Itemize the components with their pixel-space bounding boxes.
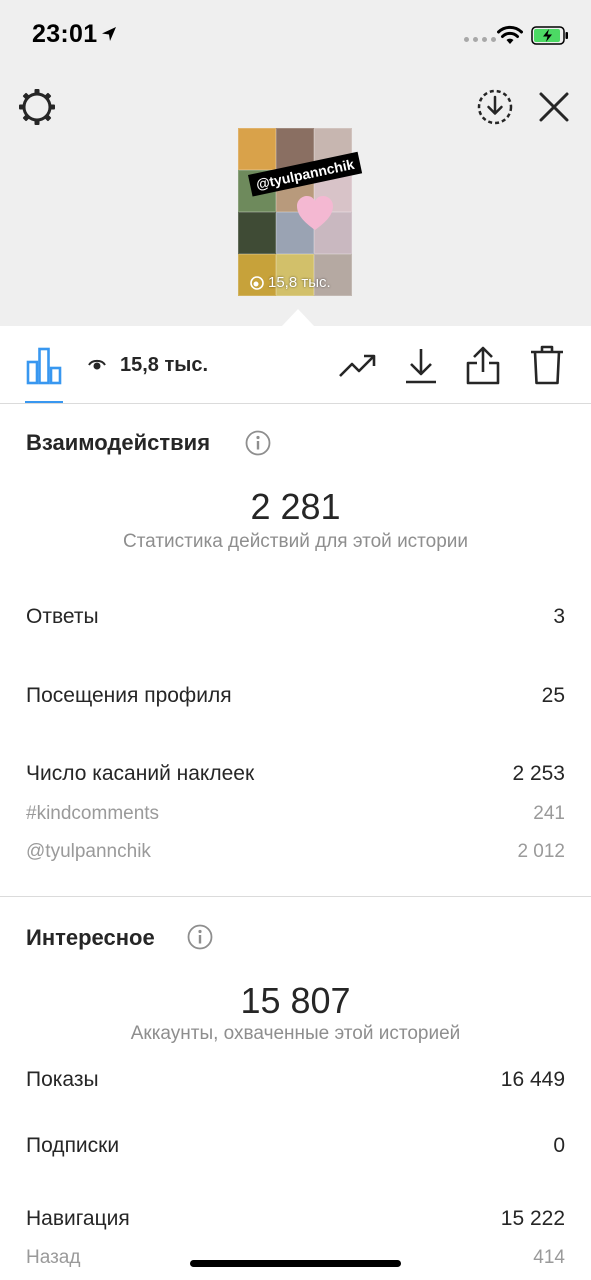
story-views-count: 15,8 тыс. [268,274,331,291]
info-icon[interactable] [187,924,213,950]
interactions-caption: Статистика действий для этой истории [122,531,469,552]
battery-charging-icon [531,26,568,45]
stat-subrow: #kindcomments 241 [26,803,565,825]
eye-icon [250,275,264,290]
status-time: 23:01 [32,20,98,48]
stat-sublabel: Назад [26,1247,81,1268]
stat-subvalue: 2 012 [517,841,565,862]
discovery-caption: Аккаунты, охваченные этой историей [130,1023,461,1044]
stat-label: Подписки [26,1134,120,1157]
stat-label: Ответы [26,605,99,628]
status-bar: 23:01 [0,0,591,70]
stat-label: Показы [26,1068,99,1091]
stat-value: 16 449 [500,1068,565,1091]
story-toolbar: 15,8 тыс. [0,326,591,404]
heart-sticker-icon [297,196,333,230]
stat-row: Подписки 0 [26,1134,565,1158]
section-divider [0,896,591,897]
eye-icon [88,359,106,370]
stat-row: Показы 16 449 [26,1068,565,1092]
stat-subvalue: 414 [533,1247,565,1268]
stat-value: 3 [553,605,565,628]
info-icon[interactable] [245,430,271,456]
stat-value: 2 253 [512,762,565,785]
discovery-total: 15 807 [240,980,351,1021]
insights-tab-indicator [25,401,63,403]
home-indicator[interactable] [190,1260,401,1267]
interactions-title: Взаимодействия [26,430,211,455]
download-circle-icon[interactable] [476,88,514,126]
close-icon[interactable] [537,90,571,124]
stat-value: 0 [553,1134,565,1157]
stat-sublabel: #kindcomments [26,803,160,824]
share-icon[interactable] [464,344,502,386]
stat-value: 15 222 [500,1207,565,1230]
insights-icon[interactable] [25,346,63,386]
gear-icon[interactable] [18,88,56,126]
trash-icon[interactable] [528,344,566,386]
location-arrow-icon [102,27,116,41]
story-views-overlay: 15,8 тыс. [250,274,331,291]
stat-subvalue: 241 [533,803,565,824]
stat-row: Ответы 3 [26,605,565,629]
stat-label: Навигация [26,1207,130,1230]
stat-row: Навигация 15 222 [26,1207,565,1231]
stat-row: Посещения профиля 25 [26,684,565,708]
stat-row: Число касаний наклеек 2 253 [26,762,565,786]
promote-trend-icon[interactable] [338,348,378,382]
discovery-title: Интересное [26,925,155,950]
stat-label: Посещения профиля [26,684,232,707]
stat-value: 25 [541,684,565,707]
interactions-total: 2 281 [250,486,341,527]
wifi-icon [497,25,523,44]
preview-pointer [282,309,314,326]
stat-sublabel: @tyulpannchik [26,841,151,862]
stat-subrow: @tyulpannchik 2 012 [26,841,565,863]
stat-label: Число касаний наклеек [26,762,255,785]
download-icon[interactable] [402,346,440,386]
views-count[interactable]: 15,8 тыс. [120,354,208,377]
